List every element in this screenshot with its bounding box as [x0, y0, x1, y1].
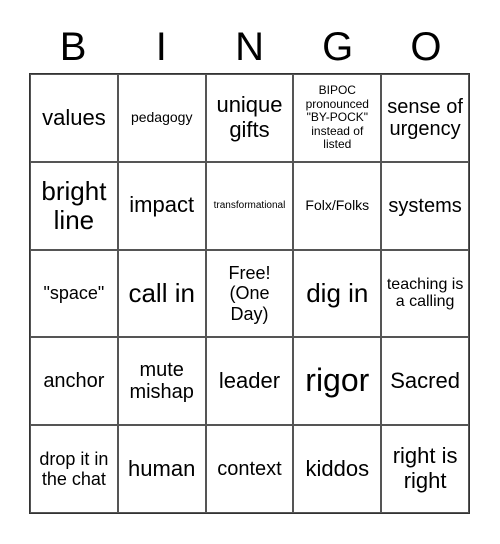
bingo-cell[interactable]: Folx/Folks [293, 161, 382, 250]
bingo-header: B I N G O [29, 22, 470, 72]
bingo-cell[interactable]: context [205, 425, 294, 513]
header-letter-i: I [155, 25, 167, 69]
header-letter-o: O [410, 25, 442, 69]
bingo-cell[interactable]: teaching is a calling [381, 249, 469, 338]
bingo-cell[interactable]: BIPOC pronounced "BY-POCK" instead of li… [293, 74, 382, 162]
bingo-cell[interactable]: values [30, 74, 118, 162]
bingo-cell[interactable]: sense of urgency [381, 74, 469, 162]
bingo-cell[interactable]: transformational [205, 161, 294, 250]
bingo-cell[interactable]: rigor [293, 337, 382, 426]
bingo-grid: values pedagogy unique gifts BIPOC prono… [29, 73, 470, 514]
bingo-cell[interactable]: Sacred [381, 337, 469, 426]
bingo-cell[interactable]: systems [381, 161, 469, 250]
bingo-cell[interactable]: kiddos [293, 425, 382, 513]
bingo-cell[interactable]: leader [205, 337, 294, 426]
header-letter-n: N [235, 25, 264, 69]
bingo-cell[interactable]: anchor [30, 337, 118, 426]
bingo-cell[interactable]: dig in [293, 249, 382, 338]
bingo-cell[interactable]: "space" [30, 249, 118, 338]
bingo-cell[interactable]: pedagogy [117, 74, 206, 162]
header-letter-b: B [59, 25, 87, 69]
bingo-cell[interactable]: bright line [30, 161, 118, 250]
bingo-cell[interactable]: call in [117, 249, 206, 338]
header-letter-g: G [322, 25, 354, 69]
bingo-cell-free[interactable]: Free! (One Day) [205, 249, 294, 338]
bingo-cell[interactable]: human [117, 425, 206, 513]
bingo-cell[interactable]: mute mishap [117, 337, 206, 426]
bingo-cell[interactable]: right is right [381, 425, 469, 513]
bingo-cell[interactable]: unique gifts [205, 74, 294, 162]
bingo-cell[interactable]: impact [117, 161, 206, 250]
bingo-cell[interactable]: drop it in the chat [30, 425, 118, 513]
